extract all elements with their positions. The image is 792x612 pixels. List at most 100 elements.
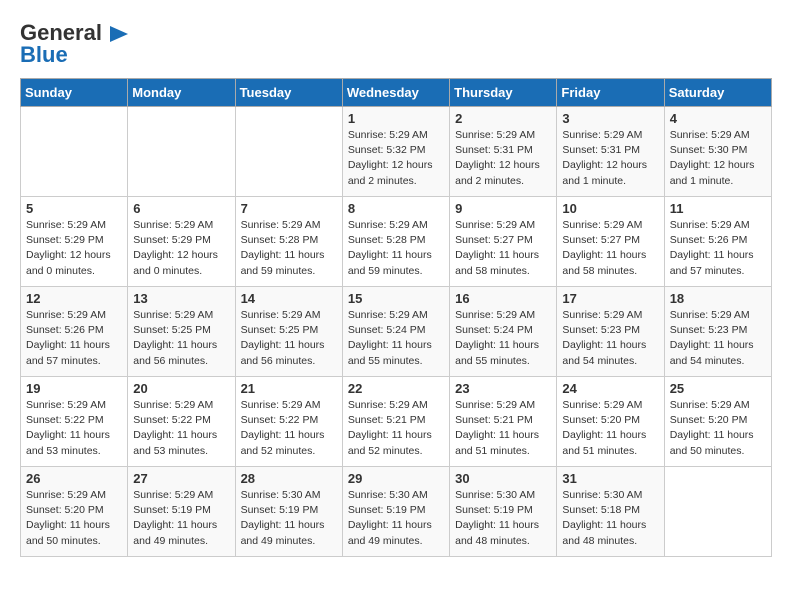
day-info: Sunrise: 5:29 AM Sunset: 5:23 PM Dayligh… (670, 308, 766, 369)
day-number: 10 (562, 201, 658, 216)
day-info: Sunrise: 5:29 AM Sunset: 5:29 PM Dayligh… (133, 218, 229, 279)
calendar-cell: 23 Sunrise: 5:29 AM Sunset: 5:21 PM Dayli… (450, 377, 557, 467)
day-info: Sunrise: 5:29 AM Sunset: 5:25 PM Dayligh… (133, 308, 229, 369)
calendar-cell: 28 Sunrise: 5:30 AM Sunset: 5:19 PM Dayli… (235, 467, 342, 557)
day-number: 9 (455, 201, 551, 216)
calendar-week-row: 12Sunrise: 5:29 AM Sunset: 5:26 PM Dayli… (21, 287, 772, 377)
calendar-cell: 29 Sunrise: 5:30 AM Sunset: 5:19 PM Dayli… (342, 467, 449, 557)
day-number: 26 (26, 471, 122, 486)
day-number: 14 (241, 291, 337, 306)
calendar-cell: 12Sunrise: 5:29 AM Sunset: 5:26 PM Dayli… (21, 287, 128, 377)
calendar-week-row: 5 Sunrise: 5:29 AM Sunset: 5:29 PM Daylig… (21, 197, 772, 287)
day-info: Sunrise: 5:29 AM Sunset: 5:27 PM Dayligh… (455, 218, 551, 279)
day-info: Sunrise: 5:29 AM Sunset: 5:21 PM Dayligh… (455, 398, 551, 459)
day-number: 2 (455, 111, 551, 126)
calendar-cell: 27 Sunrise: 5:29 AM Sunset: 5:19 PM Dayli… (128, 467, 235, 557)
day-info: Sunrise: 5:29 AM Sunset: 5:31 PM Dayligh… (455, 128, 551, 189)
calendar-cell: 11 Sunrise: 5:29 AM Sunset: 5:26 PM Dayli… (664, 197, 771, 287)
day-number: 29 (348, 471, 444, 486)
calendar-cell: 19 Sunrise: 5:29 AM Sunset: 5:22 PM Dayli… (21, 377, 128, 467)
calendar-week-row: 19 Sunrise: 5:29 AM Sunset: 5:22 PM Dayli… (21, 377, 772, 467)
day-number: 27 (133, 471, 229, 486)
day-info: Sunrise: 5:29 AM Sunset: 5:19 PM Dayligh… (133, 488, 229, 549)
day-info: Sunrise: 5:29 AM Sunset: 5:20 PM Dayligh… (26, 488, 122, 549)
calendar-cell: 24 Sunrise: 5:29 AM Sunset: 5:20 PM Dayli… (557, 377, 664, 467)
day-number: 28 (241, 471, 337, 486)
header-friday: Friday (557, 79, 664, 107)
day-info: Sunrise: 5:29 AM Sunset: 5:21 PM Dayligh… (348, 398, 444, 459)
day-number: 3 (562, 111, 658, 126)
calendar-cell (664, 467, 771, 557)
calendar-header-row: SundayMondayTuesdayWednesdayThursdayFrid… (21, 79, 772, 107)
day-number: 19 (26, 381, 122, 396)
day-info: Sunrise: 5:29 AM Sunset: 5:30 PM Dayligh… (670, 128, 766, 189)
calendar-week-row: 26 Sunrise: 5:29 AM Sunset: 5:20 PM Dayli… (21, 467, 772, 557)
calendar-cell: 9 Sunrise: 5:29 AM Sunset: 5:27 PM Daylig… (450, 197, 557, 287)
calendar-cell: 15Sunrise: 5:29 AM Sunset: 5:24 PM Dayli… (342, 287, 449, 377)
day-info: Sunrise: 5:30 AM Sunset: 5:19 PM Dayligh… (348, 488, 444, 549)
day-info: Sunrise: 5:29 AM Sunset: 5:28 PM Dayligh… (241, 218, 337, 279)
day-number: 24 (562, 381, 658, 396)
calendar-cell: 16Sunrise: 5:29 AM Sunset: 5:24 PM Dayli… (450, 287, 557, 377)
day-number: 25 (670, 381, 766, 396)
calendar-cell: 1 Sunrise: 5:29 AM Sunset: 5:32 PM Daylig… (342, 107, 449, 197)
day-number: 1 (348, 111, 444, 126)
calendar-table: SundayMondayTuesdayWednesdayThursdayFrid… (20, 78, 772, 557)
calendar-cell: 30Sunrise: 5:30 AM Sunset: 5:19 PM Dayli… (450, 467, 557, 557)
logo-blue-text: Blue (20, 42, 68, 68)
day-number: 6 (133, 201, 229, 216)
day-number: 22 (348, 381, 444, 396)
header-tuesday: Tuesday (235, 79, 342, 107)
day-info: Sunrise: 5:30 AM Sunset: 5:19 PM Dayligh… (241, 488, 337, 549)
calendar-cell: 13 Sunrise: 5:29 AM Sunset: 5:25 PM Dayli… (128, 287, 235, 377)
day-number: 4 (670, 111, 766, 126)
day-number: 8 (348, 201, 444, 216)
calendar-cell: 5 Sunrise: 5:29 AM Sunset: 5:29 PM Daylig… (21, 197, 128, 287)
day-info: Sunrise: 5:29 AM Sunset: 5:22 PM Dayligh… (241, 398, 337, 459)
day-number: 11 (670, 201, 766, 216)
calendar-cell: 4 Sunrise: 5:29 AM Sunset: 5:30 PM Daylig… (664, 107, 771, 197)
day-info: Sunrise: 5:29 AM Sunset: 5:20 PM Dayligh… (670, 398, 766, 459)
logo-arrow-icon (110, 26, 128, 42)
header-monday: Monday (128, 79, 235, 107)
day-info: Sunrise: 5:29 AM Sunset: 5:27 PM Dayligh… (562, 218, 658, 279)
logo: General Blue (20, 20, 128, 68)
calendar-cell: 22 Sunrise: 5:29 AM Sunset: 5:21 PM Dayli… (342, 377, 449, 467)
day-number: 20 (133, 381, 229, 396)
day-info: Sunrise: 5:29 AM Sunset: 5:31 PM Dayligh… (562, 128, 658, 189)
day-number: 5 (26, 201, 122, 216)
day-info: Sunrise: 5:29 AM Sunset: 5:23 PM Dayligh… (562, 308, 658, 369)
calendar-cell: 20 Sunrise: 5:29 AM Sunset: 5:22 PM Dayli… (128, 377, 235, 467)
day-info: Sunrise: 5:29 AM Sunset: 5:20 PM Dayligh… (562, 398, 658, 459)
calendar-cell: 8Sunrise: 5:29 AM Sunset: 5:28 PM Daylig… (342, 197, 449, 287)
day-info: Sunrise: 5:29 AM Sunset: 5:32 PM Dayligh… (348, 128, 444, 189)
calendar-cell: 6 Sunrise: 5:29 AM Sunset: 5:29 PM Daylig… (128, 197, 235, 287)
day-number: 13 (133, 291, 229, 306)
header-thursday: Thursday (450, 79, 557, 107)
calendar-cell (21, 107, 128, 197)
calendar-cell: 25 Sunrise: 5:29 AM Sunset: 5:20 PM Dayli… (664, 377, 771, 467)
day-info: Sunrise: 5:29 AM Sunset: 5:29 PM Dayligh… (26, 218, 122, 279)
day-info: Sunrise: 5:29 AM Sunset: 5:22 PM Dayligh… (26, 398, 122, 459)
calendar-week-row: 1 Sunrise: 5:29 AM Sunset: 5:32 PM Daylig… (21, 107, 772, 197)
day-info: Sunrise: 5:29 AM Sunset: 5:26 PM Dayligh… (26, 308, 122, 369)
header-sunday: Sunday (21, 79, 128, 107)
day-info: Sunrise: 5:29 AM Sunset: 5:24 PM Dayligh… (455, 308, 551, 369)
calendar-cell: 2 Sunrise: 5:29 AM Sunset: 5:31 PM Daylig… (450, 107, 557, 197)
day-info: Sunrise: 5:29 AM Sunset: 5:24 PM Dayligh… (348, 308, 444, 369)
day-info: Sunrise: 5:29 AM Sunset: 5:22 PM Dayligh… (133, 398, 229, 459)
day-number: 31 (562, 471, 658, 486)
calendar-cell (235, 107, 342, 197)
day-number: 23 (455, 381, 551, 396)
day-info: Sunrise: 5:30 AM Sunset: 5:19 PM Dayligh… (455, 488, 551, 549)
calendar-cell: 7 Sunrise: 5:29 AM Sunset: 5:28 PM Daylig… (235, 197, 342, 287)
calendar-cell: 3 Sunrise: 5:29 AM Sunset: 5:31 PM Daylig… (557, 107, 664, 197)
day-number: 7 (241, 201, 337, 216)
calendar-cell: 18Sunrise: 5:29 AM Sunset: 5:23 PM Dayli… (664, 287, 771, 377)
calendar-cell (128, 107, 235, 197)
day-number: 21 (241, 381, 337, 396)
calendar-cell: 17Sunrise: 5:29 AM Sunset: 5:23 PM Dayli… (557, 287, 664, 377)
day-info: Sunrise: 5:30 AM Sunset: 5:18 PM Dayligh… (562, 488, 658, 549)
day-info: Sunrise: 5:29 AM Sunset: 5:26 PM Dayligh… (670, 218, 766, 279)
calendar-cell: 14Sunrise: 5:29 AM Sunset: 5:25 PM Dayli… (235, 287, 342, 377)
